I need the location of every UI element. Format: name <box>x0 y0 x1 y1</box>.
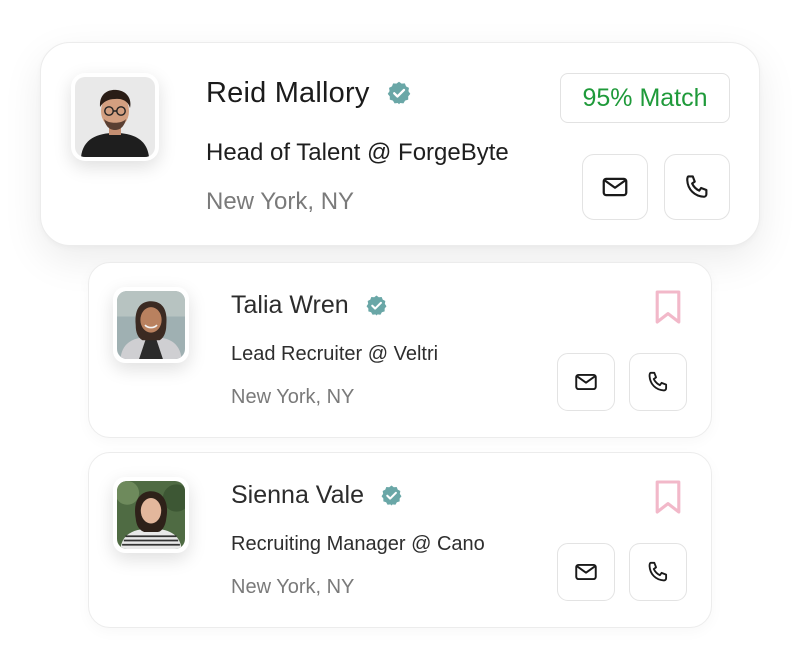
avatar[interactable] <box>113 287 189 363</box>
verified-badge-icon <box>380 484 403 507</box>
contact-role: Lead Recruiter @ Veltri <box>231 343 439 365</box>
avatar[interactable] <box>71 73 159 161</box>
phone-icon <box>682 172 712 202</box>
mail-icon <box>573 369 599 395</box>
bookmark-button[interactable] <box>653 479 683 515</box>
contact-role: Head of Talent @ ForgeByte <box>206 139 509 166</box>
email-button[interactable] <box>557 353 615 411</box>
avatar-photo <box>117 481 185 549</box>
phone-icon <box>645 369 671 395</box>
verified-badge-icon <box>386 80 412 106</box>
contact-card[interactable]: Sienna Vale Recruiting Manager @ Cano Ne… <box>88 452 712 628</box>
contact-card-featured[interactable]: Reid Mallory Head of Talent @ ForgeByte … <box>40 42 760 246</box>
phone-icon <box>645 559 671 585</box>
email-button[interactable] <box>557 543 615 601</box>
email-button[interactable] <box>582 154 648 220</box>
contact-name: Talia Wren <box>231 290 349 319</box>
contact-role: Recruiting Manager @ Cano <box>231 533 485 555</box>
avatar-photo <box>117 291 185 359</box>
verified-badge-icon <box>365 294 388 317</box>
match-score-badge: 95% Match <box>560 73 730 123</box>
bookmark-icon <box>653 289 683 325</box>
contact-location: New York, NY <box>231 386 355 408</box>
bookmark-icon <box>653 479 683 515</box>
contact-name: Reid Mallory <box>206 76 370 109</box>
mail-icon <box>600 172 630 202</box>
contact-location: New York, NY <box>206 188 355 215</box>
avatar[interactable] <box>113 477 189 553</box>
call-button[interactable] <box>629 353 687 411</box>
contact-location: New York, NY <box>231 576 355 598</box>
contact-name: Sienna Vale <box>231 480 364 509</box>
contact-card[interactable]: Talia Wren Lead Recruiter @ Veltri New Y… <box>88 262 712 438</box>
call-button[interactable] <box>664 154 730 220</box>
call-button[interactable] <box>629 543 687 601</box>
bookmark-button[interactable] <box>653 289 683 325</box>
avatar-photo <box>75 77 155 157</box>
mail-icon <box>573 559 599 585</box>
